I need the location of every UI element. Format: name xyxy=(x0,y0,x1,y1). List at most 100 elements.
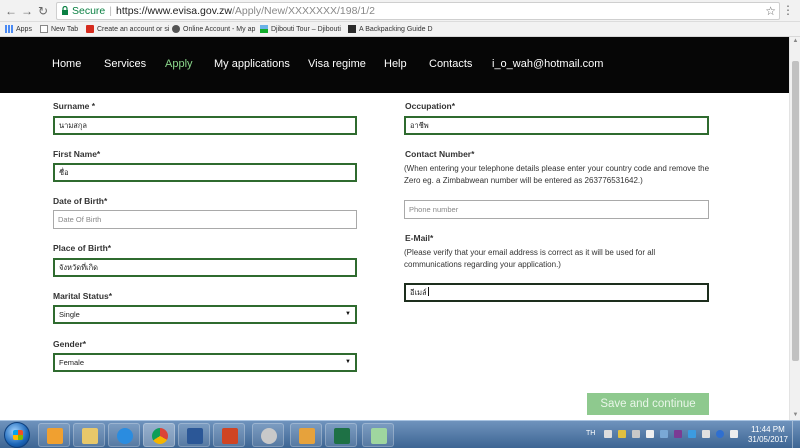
email-label: E-Mail* xyxy=(405,233,434,243)
tray-monitor-icon[interactable] xyxy=(660,430,668,438)
tray-app-icon[interactable] xyxy=(632,430,640,438)
maple-leaf-icon xyxy=(86,25,94,33)
page-scrollbar[interactable]: ▲ ▼ xyxy=(789,37,800,420)
show-desktop-button[interactable] xyxy=(792,421,800,448)
phone-number-input[interactable]: Phone number xyxy=(404,200,709,219)
bluetooth-icon[interactable] xyxy=(716,430,724,438)
bookmark-apps[interactable]: Apps xyxy=(5,25,32,33)
address-separator: | xyxy=(109,5,113,17)
internet-explorer-icon xyxy=(117,428,133,444)
djibouti-flag-icon xyxy=(260,25,268,33)
scroll-up-arrow-icon[interactable]: ▲ xyxy=(791,37,800,46)
outlook-icon xyxy=(47,428,63,444)
nav-services[interactable]: Services xyxy=(104,58,146,70)
nav-contacts[interactable]: Contacts xyxy=(429,58,472,70)
place-of-birth-input[interactable]: จังหวัดที่เกิด xyxy=(53,258,357,277)
place-of-birth-value: จังหวัดที่เกิด xyxy=(59,263,99,272)
nav-my-applications[interactable]: My applications xyxy=(214,58,290,70)
gender-label: Gender* xyxy=(53,339,87,349)
scroll-down-arrow-icon[interactable]: ▼ xyxy=(791,411,800,420)
date-of-birth-placeholder: Date Of Birth xyxy=(58,215,102,224)
apps-grid-icon xyxy=(5,25,13,33)
bookmark-backpacking-guide[interactable]: A Backpacking Guide D xyxy=(348,25,433,33)
bookmark-label: New Tab xyxy=(51,26,79,33)
save-and-continue-button[interactable]: Save and continue xyxy=(587,393,709,415)
taskbar-excel[interactable] xyxy=(325,423,357,447)
lock-icon xyxy=(62,6,68,15)
language-indicator[interactable]: TH xyxy=(586,430,595,437)
paint-icon xyxy=(261,428,277,444)
email-input[interactable]: อีเมล์ xyxy=(404,283,709,302)
phone-number-placeholder: Phone number xyxy=(409,205,459,214)
marital-status-select[interactable]: Single ▼ xyxy=(53,305,357,324)
excel-icon xyxy=(334,428,350,444)
gender-select[interactable]: Female ▼ xyxy=(53,353,357,372)
text-cursor xyxy=(427,287,429,296)
occupation-label: Occupation* xyxy=(405,101,456,111)
tray-flag-icon[interactable] xyxy=(702,430,710,438)
bookmark-online-account[interactable]: Online Account - My ap xyxy=(172,25,255,33)
tray-shield-icon[interactable] xyxy=(618,430,626,438)
first-name-input[interactable]: ชื่อ xyxy=(53,163,357,182)
tray-v-icon[interactable] xyxy=(674,430,682,438)
secure-label: Secure xyxy=(72,5,106,17)
chrome-icon xyxy=(152,428,168,444)
start-button[interactable] xyxy=(4,422,30,448)
nav-visa-regime[interactable]: Visa regime xyxy=(308,58,366,70)
bookmark-label: A Backpacking Guide D xyxy=(359,26,433,33)
surname-label: Surname * xyxy=(53,101,96,111)
bookmark-star-icon[interactable]: ☆ xyxy=(765,4,776,18)
chrome-menu-icon[interactable]: ⋮ xyxy=(782,3,794,17)
bookmark-djibouti-tour[interactable]: Djibouti Tour – Djibouti xyxy=(260,25,341,33)
nav-apply[interactable]: Apply xyxy=(165,58,193,70)
globe-icon xyxy=(172,25,180,33)
nav-help[interactable]: Help xyxy=(384,58,407,70)
date-of-birth-label: Date of Birth* xyxy=(53,196,108,206)
taskbar-ie[interactable] xyxy=(108,423,140,447)
nav-user-email[interactable]: i_o_wah@hotmail.com xyxy=(492,58,603,70)
taskbar-paint[interactable] xyxy=(252,423,284,447)
site-favicon-icon xyxy=(348,25,356,33)
taskbar-chrome[interactable] xyxy=(143,423,175,447)
dropdown-arrow-icon: ▼ xyxy=(345,311,351,317)
url-host: https://www.evisa.gov.zw xyxy=(116,5,232,17)
marital-status-label: Marital Status* xyxy=(53,291,113,301)
tray-arrow-icon[interactable] xyxy=(604,430,612,438)
browser-toolbar: ← → ↻ Secure | https://www.evisa.gov.zw/Ap… xyxy=(0,0,800,22)
clock-time: 11:44 PM xyxy=(751,425,785,434)
email-value: อีเมล์ xyxy=(410,288,427,297)
taskbar-powerpoint[interactable] xyxy=(213,423,245,447)
gender-value: Female xyxy=(59,358,85,367)
email-note: (Please verify that your email address i… xyxy=(404,248,656,269)
windows-logo-icon xyxy=(13,430,23,440)
app-icon xyxy=(299,428,315,444)
bookmark-create-account[interactable]: Create an account or si xyxy=(86,25,169,33)
surname-input[interactable]: นามสกุล xyxy=(53,116,357,135)
forward-arrow-icon[interactable]: → xyxy=(20,4,34,18)
occupation-value: อาชีพ xyxy=(410,121,429,130)
place-of-birth-label: Place of Birth* xyxy=(53,243,112,253)
system-clock[interactable]: 11:44 PM 31/05/2017 xyxy=(748,425,788,445)
volume-icon[interactable] xyxy=(730,430,738,438)
occupation-input[interactable]: อาชีพ xyxy=(404,116,709,135)
scrollbar-thumb[interactable] xyxy=(792,61,799,361)
nav-home[interactable]: Home xyxy=(52,58,81,70)
page-icon xyxy=(40,25,48,33)
taskbar-explorer[interactable] xyxy=(73,423,105,447)
back-arrow-icon[interactable]: ← xyxy=(4,4,18,18)
bookmark-label: Djibouti Tour – Djibouti xyxy=(271,26,341,33)
network-signal-icon[interactable] xyxy=(646,430,654,438)
tray-app2-icon[interactable] xyxy=(688,430,696,438)
taskbar-word[interactable] xyxy=(178,423,210,447)
bookmark-new-tab[interactable]: New Tab xyxy=(40,25,78,33)
address-bar[interactable]: Secure | https://www.evisa.gov.zw/Apply/Ne… xyxy=(56,2,780,20)
site-header: Home Services Apply My applications Visa… xyxy=(0,37,789,93)
taskbar-app[interactable] xyxy=(290,423,322,447)
reload-icon[interactable]: ↻ xyxy=(36,4,50,18)
taskbar-outlook[interactable] xyxy=(38,423,70,447)
notepad-icon xyxy=(371,428,387,444)
taskbar-notepad[interactable] xyxy=(362,423,394,447)
bookmarks-bar: Apps New Tab Create an account or si Onl… xyxy=(0,22,800,37)
date-of-birth-input[interactable]: Date Of Birth xyxy=(53,210,357,229)
powerpoint-icon xyxy=(222,428,238,444)
